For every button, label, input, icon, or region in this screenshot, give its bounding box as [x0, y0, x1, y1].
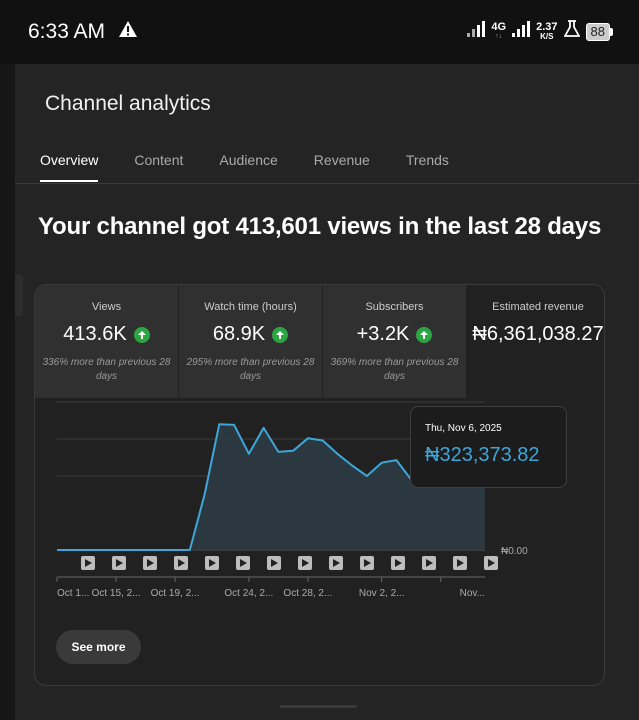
- battery-cap: [610, 27, 613, 36]
- video-marker-icon[interactable]: [267, 556, 281, 570]
- network-type: 4G: [491, 20, 507, 33]
- tab-content[interactable]: Content: [134, 152, 183, 182]
- network-activity: ↑↓: [495, 32, 503, 40]
- speed-unit: K/S: [540, 31, 554, 41]
- network-speed: 2.37 K/S: [536, 20, 558, 42]
- status-bar: 6:33 AM 4G ↑↓ 2.37 K/S 88: [0, 0, 639, 64]
- tab-overview[interactable]: Overview: [40, 152, 99, 182]
- metric-label: Estimated revenue: [492, 301, 584, 313]
- tab-audience[interactable]: Audience: [219, 152, 277, 182]
- video-marker-icon[interactable]: [112, 556, 126, 570]
- arrow-up-icon: [272, 326, 289, 343]
- metric-comparison: 369% more than previous 28 days: [330, 357, 459, 382]
- x-tick-label: Oct 19, 2...: [151, 588, 200, 599]
- metric-tabs: Views 413.6K 336% more than previous 28 …: [35, 285, 604, 398]
- metric-value: 68.9K: [212, 323, 266, 345]
- battery-icon: 88: [585, 22, 613, 41]
- video-marker-icon[interactable]: [453, 556, 467, 570]
- status-time: 6:33 AM: [28, 20, 106, 43]
- home-indicator: [280, 705, 357, 708]
- video-marker-icon[interactable]: [329, 556, 343, 570]
- speed-value: 2.37: [536, 20, 558, 33]
- metric-subscribers[interactable]: Subscribers +3.2K 369% more than previou…: [323, 285, 466, 398]
- metric-comparison: 295% more than previous 28 days: [186, 357, 315, 382]
- metric-value: +3.2K: [356, 323, 410, 345]
- video-marker-icon[interactable]: [360, 556, 374, 570]
- video-marker-icon[interactable]: [422, 556, 436, 570]
- signal-icon: [467, 21, 486, 42]
- x-tick-label: Oct 24, 2...: [224, 588, 273, 599]
- metric-label: Views: [91, 301, 122, 313]
- summary-headline: Your channel got 413,601 views in the la…: [38, 213, 602, 240]
- overview-card: ₦200,000.00₦0.00Oct 1...Oct 15, 2...Oct …: [34, 284, 605, 686]
- video-marker-icon[interactable]: [174, 556, 188, 570]
- metric-watch-time[interactable]: Watch time (hours) 68.9K 295% more than …: [179, 285, 322, 398]
- video-marker-icon[interactable]: [391, 556, 405, 570]
- warning-icon: [118, 20, 138, 43]
- metric-comparison: 336% more than previous 28 days: [42, 357, 171, 382]
- see-more-button[interactable]: See more: [56, 630, 141, 664]
- metric-value: 413.6K: [63, 323, 127, 345]
- page-title: Channel analytics: [45, 92, 211, 115]
- network-indicator: 4G ↑↓: [491, 20, 507, 42]
- x-tick-label: Nov...: [460, 588, 485, 599]
- x-tick-label: Oct 28, 2...: [283, 588, 332, 599]
- tab-bar: Overview Content Audience Revenue Trends: [40, 152, 485, 182]
- metric-revenue[interactable]: Estimated revenue ₦6,361,038.27: [467, 285, 604, 398]
- metric-label: Subscribers: [365, 301, 424, 313]
- status-right: 4G ↑↓ 2.37 K/S 88: [467, 20, 613, 43]
- tab-revenue[interactable]: Revenue: [314, 152, 370, 182]
- chart-tooltip: Thu, Nov 6, 2025 ₦323,373.82: [410, 406, 567, 488]
- x-tick-label: Oct 15, 2...: [92, 588, 141, 599]
- video-marker-icon[interactable]: [143, 556, 157, 570]
- x-tick-label: Oct 1...: [57, 588, 89, 599]
- metric-value: ₦6,361,038.27: [472, 323, 604, 345]
- metric-views[interactable]: Views 413.6K 336% more than previous 28 …: [35, 285, 178, 398]
- tab-trends[interactable]: Trends: [406, 152, 449, 182]
- video-marker-icon[interactable]: [81, 556, 95, 570]
- side-handle[interactable]: [15, 274, 23, 316]
- signal-icon-2: [512, 21, 531, 42]
- video-marker-icon[interactable]: [298, 556, 312, 570]
- flask-icon: [563, 20, 581, 43]
- arrow-up-icon: [416, 326, 433, 343]
- arrow-up-icon: [133, 326, 150, 343]
- tooltip-value: ₦323,373.82: [425, 444, 540, 466]
- tooltip-date: Thu, Nov 6, 2025: [425, 423, 502, 434]
- analytics-page: Channel analytics Overview Content Audie…: [15, 64, 639, 720]
- metric-label: Watch time (hours): [204, 301, 297, 313]
- tabs-divider: [15, 183, 639, 184]
- video-marker-icon[interactable]: [236, 556, 250, 570]
- x-tick-label: Nov 2, 2...: [359, 588, 405, 599]
- y-tick-label: ₦0.00: [501, 546, 528, 557]
- video-marker-icon[interactable]: [484, 556, 498, 570]
- video-marker-icon[interactable]: [205, 556, 219, 570]
- battery-level: 88: [585, 22, 610, 41]
